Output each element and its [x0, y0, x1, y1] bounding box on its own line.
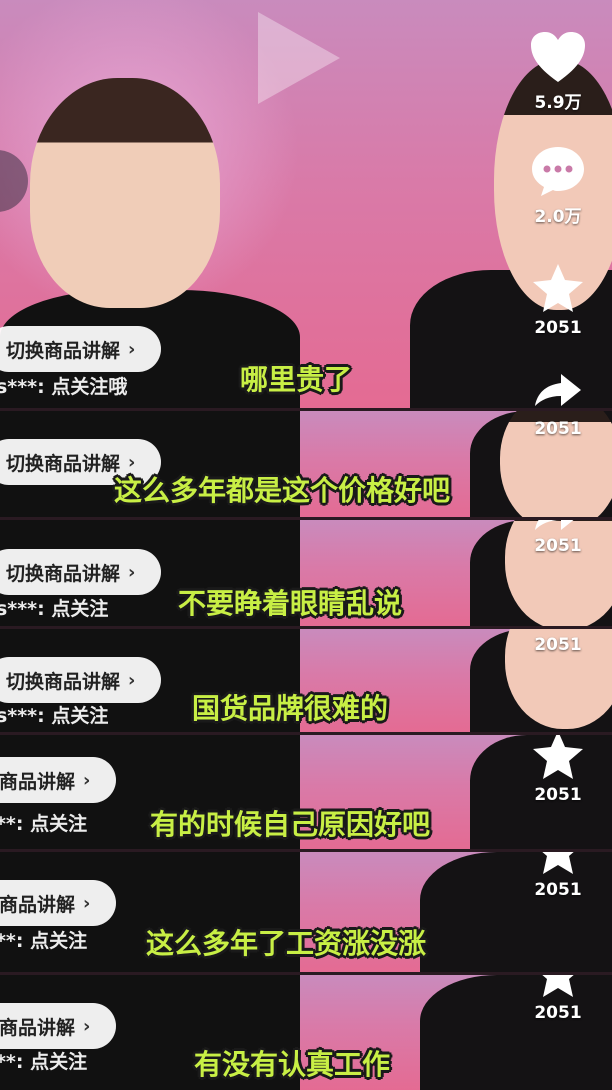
share-icon — [535, 520, 574, 530]
share-button[interactable]: 2051 — [522, 629, 594, 655]
subtitle-2: 这么多年都是这个价格好吧 — [114, 474, 451, 507]
favorite-button[interactable]: 2051 — [522, 262, 594, 338]
share-icon — [533, 629, 583, 631]
video-frame-5: 2051 换商品讲解 › **: 点关注 有的时候自己原因好吧 — [0, 735, 612, 849]
avatar-fragment — [0, 150, 28, 212]
favorite-button[interactable]: 2051 — [522, 975, 594, 1023]
switch-product-label: 切换商品讲解 — [6, 670, 121, 693]
share-count: 2051 — [534, 1003, 582, 1023]
comment-line: **: 点关注 — [0, 813, 88, 835]
switch-product-label: 换商品讲解 — [0, 770, 76, 793]
chevron-right-icon: › — [128, 561, 136, 583]
play-icon[interactable] — [258, 12, 340, 104]
share-count: 2051 — [534, 419, 582, 439]
comment-line: s***: 点关注 — [0, 705, 109, 727]
favorite-button[interactable]: 2051 — [522, 852, 594, 900]
switch-product-button[interactable]: 切换商品讲解 › — [0, 549, 162, 595]
video-frame-6: 2051 换商品讲解 › **: 点关注 这么多年了工资涨没涨 — [0, 852, 612, 972]
comment-line: **: 点关注 — [0, 930, 88, 952]
switch-product-button[interactable]: 换商品讲解 › — [0, 1003, 117, 1049]
host-head — [30, 78, 220, 308]
star-icon — [533, 735, 583, 779]
switch-product-label: 换商品讲解 — [0, 1016, 76, 1039]
switch-product-label: 切换商品讲解 — [6, 562, 121, 585]
subtitle-5: 有的时候自己原因好吧 — [150, 808, 431, 841]
share-button[interactable]: 2051 — [522, 520, 594, 556]
share-count-block: 2051 — [522, 415, 594, 439]
video-frame-1: 切换商品讲解 › s***: 点关注哦 哪里贵了 5.9万 2.0万 2051 — [0, 0, 612, 408]
subtitle-6: 这么多年了工资涨没涨 — [146, 927, 427, 960]
chevron-right-icon: › — [128, 669, 136, 691]
switch-product-label: 切换商品讲解 — [6, 452, 121, 475]
like-count: 5.9万 — [534, 93, 582, 113]
comment-count: 2.0万 — [534, 207, 582, 227]
switch-product-label: 换商品讲解 — [0, 893, 76, 916]
subtitle-7: 有没有认真工作 — [194, 1048, 391, 1081]
switch-product-button[interactable]: 切换商品讲解 › — [0, 657, 162, 703]
comment-line: s***: 点关注 — [0, 598, 109, 620]
video-frame-2: 切换商品讲解 › 这么多年都是这个价格好吧 2051 — [0, 411, 612, 517]
chevron-right-icon: › — [128, 338, 136, 360]
comment-icon — [532, 147, 584, 196]
share-count: 2051 — [534, 785, 582, 805]
chevron-right-icon: › — [83, 892, 91, 914]
share-count: 2051 — [534, 635, 582, 655]
switch-product-button[interactable]: 切换商品讲解 › — [0, 326, 162, 372]
video-frame-7: 2051 换商品讲解 › **: 点关注 有没有认真工作 — [0, 975, 612, 1090]
switch-product-label: 切换商品讲解 — [6, 339, 121, 362]
switch-product-button[interactable]: 换商品讲解 › — [0, 757, 117, 803]
chevron-right-icon: › — [83, 1015, 91, 1037]
comment-line: **: 点关注 — [0, 1051, 88, 1073]
star-icon — [542, 852, 574, 874]
video-frame-3: 2051 切换商品讲解 › s***: 点关注 不要睁着眼睛乱说 — [0, 520, 612, 626]
subtitle-4: 国货品牌很难的 — [192, 692, 389, 725]
subtitle-1: 哪里贵了 — [240, 363, 353, 396]
star-icon — [533, 264, 583, 312]
video-frame-4: 2051 切换商品讲解 › s***: 点关注 国货品牌很难的 — [0, 629, 612, 732]
heart-icon — [531, 32, 585, 82]
comment-button[interactable]: 2.0万 — [522, 144, 594, 227]
comment-line: s***: 点关注哦 — [0, 376, 128, 398]
share-button[interactable] — [522, 372, 594, 408]
switch-product-button[interactable]: 换商品讲解 › — [0, 880, 117, 926]
share-count: 2051 — [534, 536, 582, 556]
star-icon — [542, 975, 574, 997]
share-count: 2051 — [534, 880, 582, 900]
favorite-count: 2051 — [534, 318, 582, 338]
like-button[interactable]: 5.9万 — [522, 30, 594, 113]
chevron-right-icon: › — [83, 769, 91, 791]
subtitle-3: 不要睁着眼睛乱说 — [178, 587, 403, 620]
favorite-button[interactable]: 2051 — [522, 735, 594, 805]
share-icon — [535, 374, 581, 406]
